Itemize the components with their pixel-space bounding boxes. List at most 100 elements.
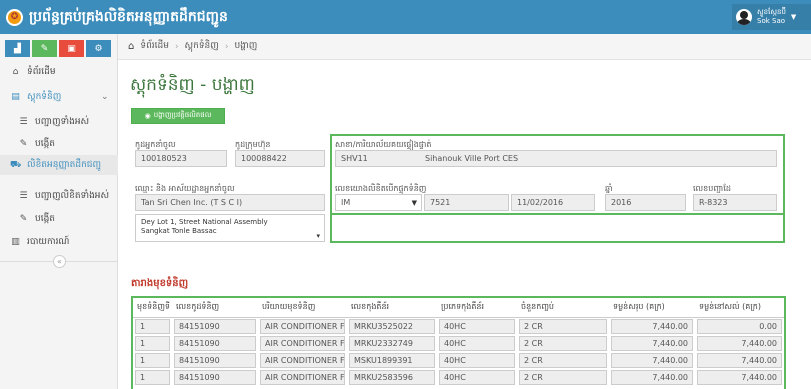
- sidebar-item-label: បង្កើត: [35, 138, 55, 149]
- table-row: 1 84151090 AIR CONDITIONER F MRKU3525022…: [133, 317, 784, 335]
- column-header: លេខកុងតឺន័រ: [347, 298, 437, 318]
- breadcrumb-separator: ›: [174, 41, 179, 52]
- chart-button[interactable]: ▟: [5, 40, 30, 57]
- column-header: មុខទំនិញទី: [133, 298, 172, 318]
- breadcrumb: ⌂ ទំព័រដើម › ស្តុកទំនិញ › បង្ហាញ: [118, 34, 811, 60]
- show-history-button[interactable]: ◉ បង្ហាញប្រវត្តិផលិតផល: [131, 108, 225, 124]
- table-cell: 84151090: [174, 335, 256, 351]
- table-cell: 7,440.00: [611, 335, 693, 351]
- app-title-text: ប្រព័ន្ធគ្រប់គ្រងលិខិតអនុញ្ញាតដឹកជញ្ជូន: [29, 8, 228, 25]
- user-menu[interactable]: ស្ទូខស្កែនប៊ី Sok Sao ▼: [732, 4, 811, 30]
- table-cell: 1: [135, 318, 170, 334]
- cogs-button[interactable]: ⚙: [86, 40, 111, 57]
- eye-icon: ◉: [144, 112, 151, 120]
- table-cell: 1: [135, 369, 170, 385]
- table-cell: AIR CONDITIONER F: [260, 369, 345, 385]
- sidebar: ▟ ✎ ▣ ⚙ ⌂ ទំព័រដើម ▤ ស្តុកទំនិញ ⌄ ☰ បញ្ជ…: [0, 34, 118, 389]
- report-icon: ▥: [11, 237, 20, 247]
- table-cell: 40HC: [439, 335, 515, 351]
- table-cell: AIR CONDITIONER F: [260, 352, 345, 368]
- table-cell: 40HC: [439, 369, 515, 385]
- table-row: 1 84151090 AIR CONDITIONER F MRKU2332749…: [133, 335, 784, 352]
- cogs-icon: ⚙: [94, 43, 103, 54]
- table-row: 1 84151090 AIR CONDITIONER F MRKU2583596…: [133, 369, 784, 386]
- importer-name-field: Tan Sri Chen Inc. (T S C I): [135, 194, 325, 211]
- importer-code-field: 100180523: [135, 150, 227, 167]
- customs-name: Sihanouk Ville Port CES: [425, 154, 519, 163]
- home-icon: ⌂: [12, 67, 19, 77]
- pen-icon: ✎: [19, 214, 28, 224]
- sidebar-item-permits-create[interactable]: ✎ បង្កើត: [0, 209, 118, 229]
- table-cell: 1: [135, 335, 170, 351]
- collapse-sidebar-button[interactable]: «: [53, 255, 66, 268]
- table-cell: 7,440.00: [697, 335, 782, 351]
- sidebar-item-permits-list[interactable]: ☰ បញ្ជាញលិខិតទាំងអស់: [0, 186, 118, 206]
- breadcrumb-home[interactable]: ទំព័រដើម: [140, 40, 169, 53]
- gift-button[interactable]: ▣: [59, 40, 84, 57]
- table-cell: 84151090: [174, 369, 256, 385]
- chevron-down-icon: ⌄: [101, 92, 109, 102]
- table-cell: AIR CONDITIONER F: [260, 335, 345, 351]
- gift-icon: ▣: [67, 43, 76, 54]
- table-cell: 84151090: [174, 352, 256, 368]
- top-bar: ✪ ប្រព័ន្ធគ្រប់គ្រងលិខិតអនុញ្ញាតដឹកជញ្ជូ…: [0, 0, 811, 34]
- address-line: Dey Lot 1, Street National Assembly: [141, 218, 268, 226]
- column-header: ទម្ងន់នៅសល់ (គក្រ): [695, 298, 784, 318]
- table-cell: 2 CR: [519, 335, 607, 351]
- sidebar-item-permits[interactable]: ⛟ លិខិតអនុញ្ញាតដឹកជញ្ជូ: [0, 155, 118, 175]
- breadcrumb-current: បង្ហាញ: [234, 41, 258, 51]
- table-row: 1 84151090 AIR CONDITIONER F MSKU1899391…: [133, 352, 784, 369]
- customs-office-field: SHV11 Sihanouk Ville Port CES: [335, 150, 777, 167]
- page-title: ស្តុកទំនិញ - បង្ហាញ: [130, 75, 255, 95]
- table-cell: 7,440.00: [611, 318, 693, 334]
- customs-code: SHV11: [341, 154, 368, 163]
- declaration-type-value: IM: [341, 198, 351, 207]
- show-history-label: បង្ហាញប្រវត្តិផលិតផល: [153, 111, 212, 119]
- table-cell: 7,440.00: [611, 352, 693, 368]
- sidebar-item-label: បញ្ជាញលិខិតទាំងអស់: [35, 190, 110, 201]
- chart-icon: ▟: [14, 43, 21, 54]
- table-cell: 7,440.00: [697, 352, 782, 368]
- sidebar-item-home[interactable]: ⌂ ទំព័រដើម: [0, 62, 118, 82]
- table-cell: MRKU2583596: [349, 369, 435, 385]
- table-cell: MRKU2332749: [349, 335, 435, 351]
- sidebar-item-stock-list[interactable]: ☰ បញ្ជាញទាំងអស់: [0, 112, 118, 132]
- double-chevron-left-icon: «: [57, 257, 62, 266]
- importer-address-field[interactable]: Dey Lot 1, Street National Assembly Sang…: [135, 214, 325, 242]
- company-code-field: 100088422: [235, 150, 325, 167]
- breadcrumb-separator: ›: [224, 41, 229, 52]
- app-title[interactable]: ✪ ប្រព័ន្ធគ្រប់គ្រងលិខិតអនុញ្ញាតដឹកជញ្ជូ…: [6, 6, 228, 28]
- column-header: ប្រភេទកុងតឺន័រ: [437, 298, 517, 318]
- caret-down-icon: ▼: [411, 199, 417, 207]
- goods-section-title: តារាងមុខទំនិញ: [131, 278, 189, 289]
- pencil-button[interactable]: ✎: [32, 40, 57, 57]
- user-avatar-icon: [736, 9, 752, 25]
- goods-table-grid: មុខទំនិញទី លេខកូដទំនិញ បរិយាយមុខទំនិញ លេ…: [133, 298, 784, 386]
- table-cell: 1: [135, 352, 170, 368]
- breadcrumb-stock[interactable]: ស្តុកទំនិញ: [185, 40, 219, 53]
- sidebar-item-reports[interactable]: ▥ របាយការណ៍: [0, 232, 118, 252]
- table-cell: 7,440.00: [611, 369, 693, 385]
- sidebar-item-stock-create[interactable]: ✎ បង្កើត: [0, 134, 118, 154]
- column-header: ចំនួនកញ្ចប់: [517, 298, 609, 318]
- table-cell: 84151090: [174, 318, 256, 334]
- sidebar-item-stock[interactable]: ▤ ស្តុកទំនិញ ⌄: [0, 87, 118, 107]
- sidebar-item-label: ទំព័រដើម: [27, 66, 56, 77]
- home-icon: ⌂: [128, 41, 135, 52]
- table-header-row: មុខទំនិញទី លេខកូដទំនិញ បរិយាយមុខទំនិញ លេ…: [133, 298, 784, 318]
- table-cell: 2 CR: [519, 318, 607, 334]
- user-role: ស្ទូខស្កែនប៊ី: [757, 8, 786, 16]
- table-cell: 40HC: [439, 352, 515, 368]
- user-info: ស្ទូខស្កែនប៊ី Sok Sao: [757, 8, 786, 26]
- declaration-type-select[interactable]: IM ▼: [335, 194, 422, 211]
- list-icon: ☰: [19, 117, 28, 127]
- user-name: Sok Sao: [757, 17, 786, 25]
- year-field: 2016: [605, 194, 686, 211]
- sidebar-item-label: លិខិតអនុញ្ញាតដឹកជញ្ជូ: [27, 159, 102, 170]
- sidebar-item-label: ស្តុកទំនិញ: [27, 91, 62, 102]
- quick-toolbar: ▟ ✎ ▣ ⚙: [5, 40, 111, 57]
- sidebar-item-label: របាយការណ៍: [27, 236, 70, 247]
- customs-panel-bottom: [330, 213, 785, 243]
- table-cell: MRKU3525022: [349, 318, 435, 334]
- column-header: ទម្ងន់សរុប (គក្រ): [609, 298, 695, 318]
